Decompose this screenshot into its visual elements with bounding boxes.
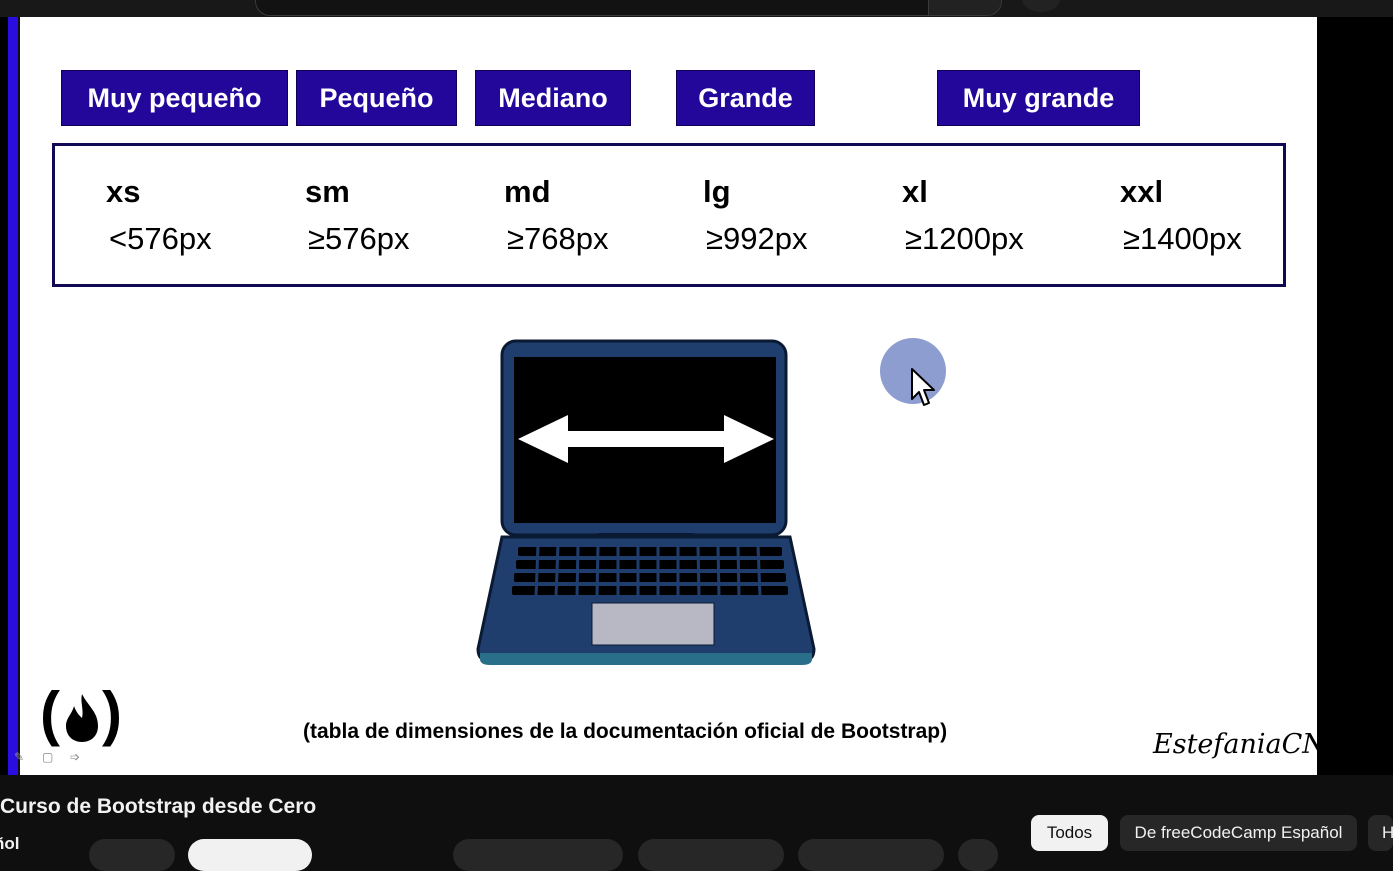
arrow-right-icon[interactable]: ➩ [70, 750, 80, 764]
logo-paren-right: ) [101, 680, 124, 747]
laptop-icon [476, 339, 816, 665]
breakpoint-xs: xs <576px [106, 174, 212, 257]
size-label-sm: Pequeño [296, 70, 457, 126]
breakpoint-value: ≥992px [706, 221, 808, 256]
slide-caption: (tabla de dimensiones de la documentació… [303, 720, 948, 743]
breakpoint-value: ≥1200px [905, 221, 1024, 256]
like-dislike-button[interactable] [453, 839, 623, 871]
channel-name[interactable]: ñol [0, 834, 20, 854]
video-player[interactable]: Muy pequeño Pequeño Mediano Grande Muy g… [0, 17, 1393, 775]
player-mini-controls[interactable]: ✎ ▢ ➩ [14, 750, 94, 766]
breakpoint-key: sm [305, 174, 350, 209]
chip-from-channel[interactable]: De freeCodeCamp Español [1120, 815, 1357, 851]
pencil-icon[interactable]: ✎ [14, 750, 24, 764]
square-icon[interactable]: ▢ [42, 750, 53, 764]
save-button[interactable] [798, 839, 944, 871]
breakpoint-key: xxl [1120, 174, 1164, 209]
slide-accent-line [18, 17, 20, 775]
flame-icon [65, 694, 98, 743]
top-bar [0, 0, 1393, 17]
breakpoint-key: lg [703, 174, 731, 209]
breakpoint-key: xl [902, 174, 928, 209]
breakpoint-sm: sm ≥576px [305, 174, 409, 257]
breakpoint-key: md [504, 174, 551, 209]
size-label-xs: Muy pequeño [61, 70, 288, 126]
search-box[interactable] [255, 0, 1002, 16]
mouse-cursor-icon [911, 368, 935, 406]
chip-partial[interactable]: H [1368, 815, 1393, 851]
share-button[interactable] [638, 839, 784, 871]
breakpoint-value: ≥1400px [1123, 221, 1242, 256]
breakpoint-value: ≥768px [507, 221, 609, 256]
voice-search-button[interactable] [1022, 0, 1060, 12]
breakpoint-key: xs [106, 174, 141, 209]
size-label-lg: Grande [676, 70, 815, 126]
chip-all[interactable]: Todos [1031, 815, 1108, 851]
slide: Muy pequeño Pequeño Mediano Grande Muy g… [8, 17, 1317, 775]
breakpoints-table: xs <576px sm ≥576px md ≥768px lg ≥992px … [52, 143, 1286, 287]
breakpoint-xxl: xxl ≥1400px [1120, 174, 1242, 257]
join-button[interactable] [89, 839, 175, 871]
slide-accent-bar [8, 17, 18, 775]
size-label-xl: Muy grande [937, 70, 1140, 126]
search-button[interactable] [928, 0, 1001, 15]
logo-paren-left: ( [40, 680, 62, 747]
author-signature: EstefaniaCN [1153, 729, 1317, 760]
more-actions-button[interactable] [958, 839, 998, 871]
breakpoint-lg: lg ≥992px [703, 174, 807, 257]
subscribe-button[interactable] [188, 839, 312, 871]
freecodecamp-logo: () [40, 684, 124, 744]
size-label-md: Mediano [475, 70, 631, 126]
video-title: Curso de Bootstrap desde Cero [0, 795, 317, 818]
breakpoint-xl: xl ≥1200px [902, 174, 1024, 257]
breakpoint-md: md ≥768px [504, 174, 608, 257]
breakpoint-value: <576px [109, 221, 212, 256]
breakpoint-value: ≥576px [308, 221, 410, 256]
